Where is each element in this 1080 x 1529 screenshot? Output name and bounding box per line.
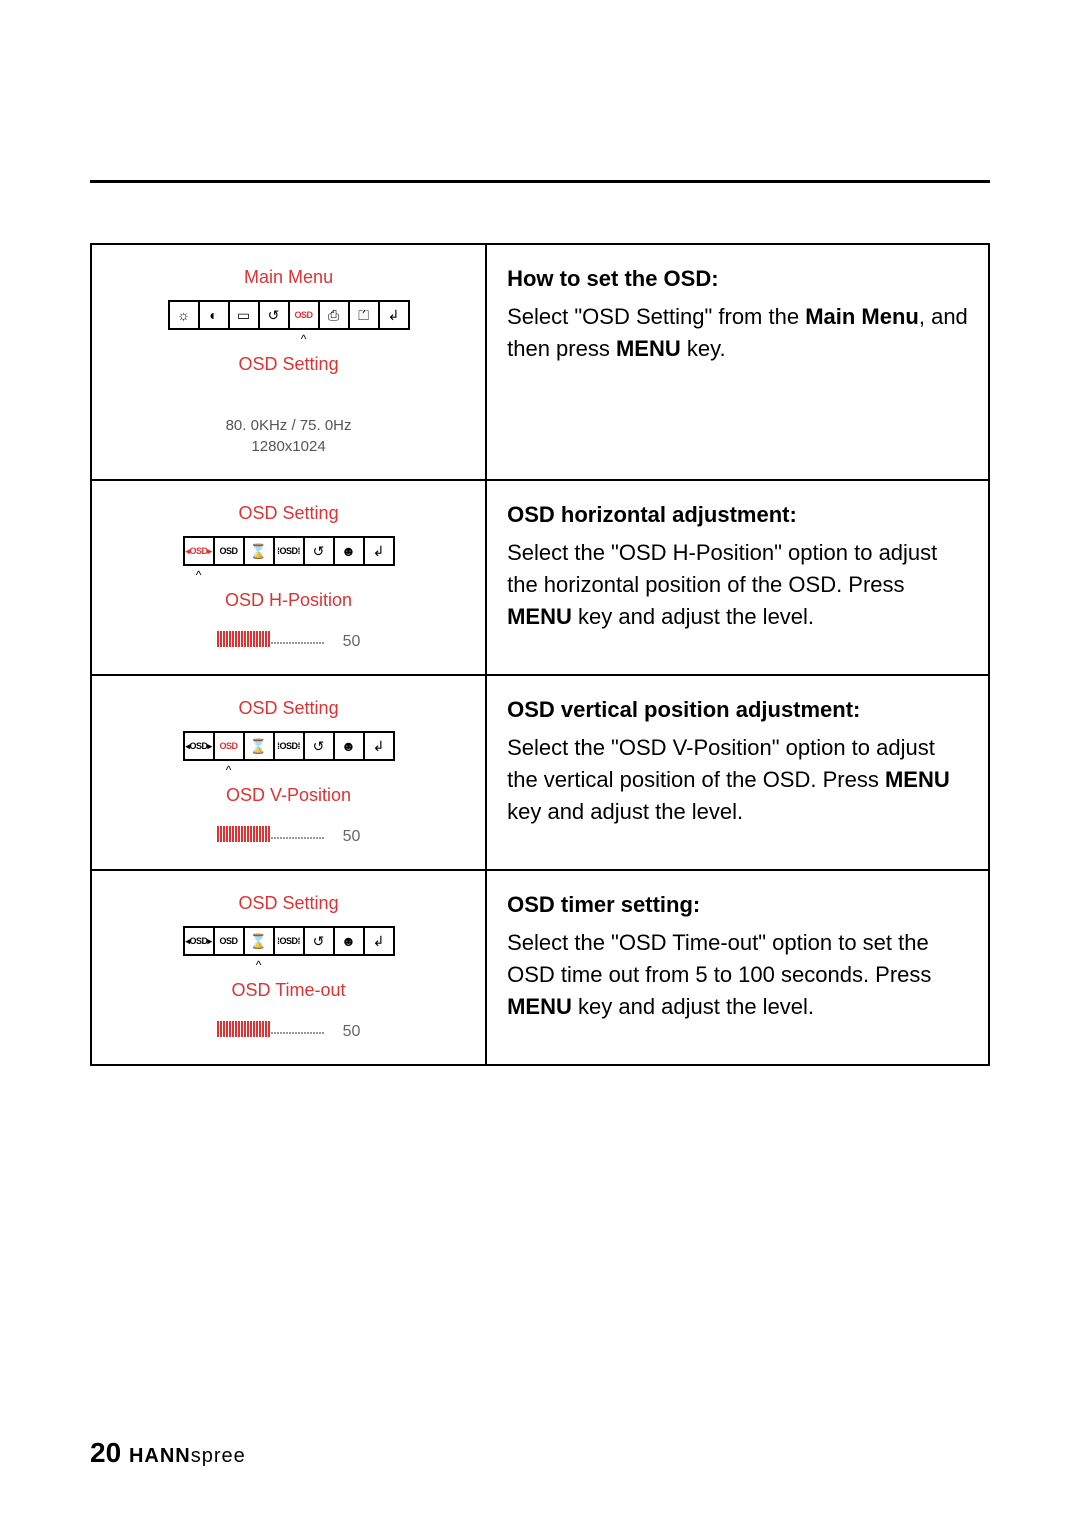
osd-signal-freq: 80. 0KHz / 75. 0Hz — [110, 415, 467, 436]
osd-icon: ☻ — [335, 538, 365, 564]
osd-icon-bar: ◂OSD▸OSD⌛⁞OSD⁞↺☻↲ — [183, 536, 395, 566]
osd-menu-title: OSD Setting — [110, 698, 467, 719]
osd-submenu-label: OSD Time-out — [110, 980, 467, 1001]
table-row: OSD Setting◂OSD▸OSD⌛⁞OSD⁞↺☻↲^OSD V-Posit… — [91, 675, 989, 870]
top-rule — [90, 180, 990, 183]
instruction-heading: OSD horizontal adjustment: — [507, 499, 968, 531]
instruction-cell: OSD vertical position adjustment: Select … — [486, 675, 989, 870]
instruction-heading: How to set the OSD: — [507, 263, 968, 295]
bold-text: MENU — [885, 767, 950, 792]
osd-icon: ⌛ — [245, 733, 275, 759]
osd-slider-value: 50 — [343, 828, 361, 845]
instruction-cell: How to set the OSD: Select "OSD Setting" … — [486, 244, 989, 480]
osd-icon: ▭ — [230, 302, 260, 328]
osd-icon: ↺ — [305, 733, 335, 759]
osd-icon: ◐ — [200, 302, 230, 328]
osd-slider-value: 50 — [343, 1023, 361, 1040]
osd-icon: ☻ — [335, 928, 365, 954]
osd-signal-res: 1280x1024 — [110, 436, 467, 457]
osd-icon: ↺ — [305, 538, 335, 564]
osd-submenu-label: OSD V-Position — [110, 785, 467, 806]
osd-icon: OSD — [215, 928, 245, 954]
osd-icon: ◂OSD▸ — [185, 733, 215, 759]
osd-icon-bar: ☼◐▭↺OSD⎙⏍↲ — [168, 300, 410, 330]
osd-signal-info: 80. 0KHz / 75. 0Hz1280x1024 — [110, 415, 467, 457]
instruction-text: Select the "OSD H-Position" option to ad… — [507, 537, 968, 633]
osd-caret-row: ^ — [110, 566, 467, 576]
brand-bold: HANN — [129, 1445, 191, 1467]
osd-icon: ⏍ — [350, 302, 380, 328]
osd-icon: ↲ — [365, 733, 393, 759]
osd-icon: ◂OSD▸ — [185, 538, 215, 564]
manual-page: Main Menu☼◐▭↺OSD⎙⏍↲^OSD Setting80. 0KHz … — [0, 0, 1080, 1529]
page-number: 20 — [90, 1437, 121, 1468]
osd-submenu-label: OSD H-Position — [110, 590, 467, 611]
osd-icon: ⌛ — [245, 928, 275, 954]
osd-menu-title: Main Menu — [110, 267, 467, 288]
brand-logo: HANNspree — [129, 1445, 246, 1467]
instruction-heading: OSD vertical position adjustment: — [507, 694, 968, 726]
osd-icon: ☼ — [170, 302, 200, 328]
osd-screenshot-cell: OSD Setting◂OSD▸OSD⌛⁞OSD⁞↺☻↲^OSD H-Posit… — [91, 480, 486, 675]
osd-icon: ⎙ — [320, 302, 350, 328]
caret-up-icon: ^ — [196, 568, 202, 582]
osd-slider: 50 — [110, 826, 467, 847]
table-row: OSD Setting◂OSD▸OSD⌛⁞OSD⁞↺☻↲^OSD H-Posit… — [91, 480, 989, 675]
osd-icon: ↲ — [365, 928, 393, 954]
caret-up-icon: ^ — [256, 958, 262, 972]
osd-icon: ↺ — [260, 302, 290, 328]
bold-text: Main Menu — [805, 304, 919, 329]
osd-icon: ⁞OSD⁞ — [275, 928, 305, 954]
osd-menu-title: OSD Setting — [110, 503, 467, 524]
instruction-cell: OSD timer setting: Select the "OSD Time-o… — [486, 870, 989, 1065]
osd-screenshot-cell: Main Menu☼◐▭↺OSD⎙⏍↲^OSD Setting80. 0KHz … — [91, 244, 486, 480]
page-footer: 20 HANNspree — [90, 1437, 246, 1469]
osd-icon: ⁞OSD⁞ — [275, 538, 305, 564]
osd-icon: OSD — [215, 733, 245, 759]
osd-screenshot-cell: OSD Setting◂OSD▸OSD⌛⁞OSD⁞↺☻↲^OSD Time-ou… — [91, 870, 486, 1065]
caret-up-icon: ^ — [226, 763, 232, 777]
osd-submenu-label: OSD Setting — [110, 354, 467, 375]
instruction-text: Select "OSD Setting" from the Main Menu,… — [507, 301, 968, 365]
instruction-text: Select the "OSD V-Position" option to ad… — [507, 732, 968, 828]
table-row: Main Menu☼◐▭↺OSD⎙⏍↲^OSD Setting80. 0KHz … — [91, 244, 989, 480]
osd-icon: ↲ — [365, 538, 393, 564]
instruction-heading: OSD timer setting: — [507, 889, 968, 921]
table-row: OSD Setting◂OSD▸OSD⌛⁞OSD⁞↺☻↲^OSD Time-ou… — [91, 870, 989, 1065]
bold-text: MENU — [616, 336, 681, 361]
instruction-text: Select the "OSD Time-out" option to set … — [507, 927, 968, 1023]
osd-slider: 50 — [110, 631, 467, 652]
osd-caret-row: ^ — [110, 956, 467, 966]
osd-caret-row: ^ — [110, 330, 467, 340]
osd-menu-title: OSD Setting — [110, 893, 467, 914]
instruction-cell: OSD horizontal adjustment: Select the "OS… — [486, 480, 989, 675]
osd-icon: ⁞OSD⁞ — [275, 733, 305, 759]
bold-text: MENU — [507, 604, 572, 629]
osd-icon: ↲ — [380, 302, 408, 328]
osd-icon: ☻ — [335, 733, 365, 759]
bold-text: MENU — [507, 994, 572, 1019]
osd-icon: OSD — [290, 302, 320, 328]
osd-icon-bar: ◂OSD▸OSD⌛⁞OSD⁞↺☻↲ — [183, 731, 395, 761]
osd-slider-value: 50 — [343, 633, 361, 650]
osd-caret-row: ^ — [110, 761, 467, 771]
osd-icon-bar: ◂OSD▸OSD⌛⁞OSD⁞↺☻↲ — [183, 926, 395, 956]
caret-up-icon: ^ — [301, 332, 307, 346]
osd-screenshot-cell: OSD Setting◂OSD▸OSD⌛⁞OSD⁞↺☻↲^OSD V-Posit… — [91, 675, 486, 870]
osd-slider: 50 — [110, 1021, 467, 1042]
osd-icon: ↺ — [305, 928, 335, 954]
brand-light: spree — [191, 1445, 246, 1467]
osd-icon: ⌛ — [245, 538, 275, 564]
osd-instruction-table: Main Menu☼◐▭↺OSD⎙⏍↲^OSD Setting80. 0KHz … — [90, 243, 990, 1066]
osd-icon: OSD — [215, 538, 245, 564]
osd-icon: ◂OSD▸ — [185, 928, 215, 954]
